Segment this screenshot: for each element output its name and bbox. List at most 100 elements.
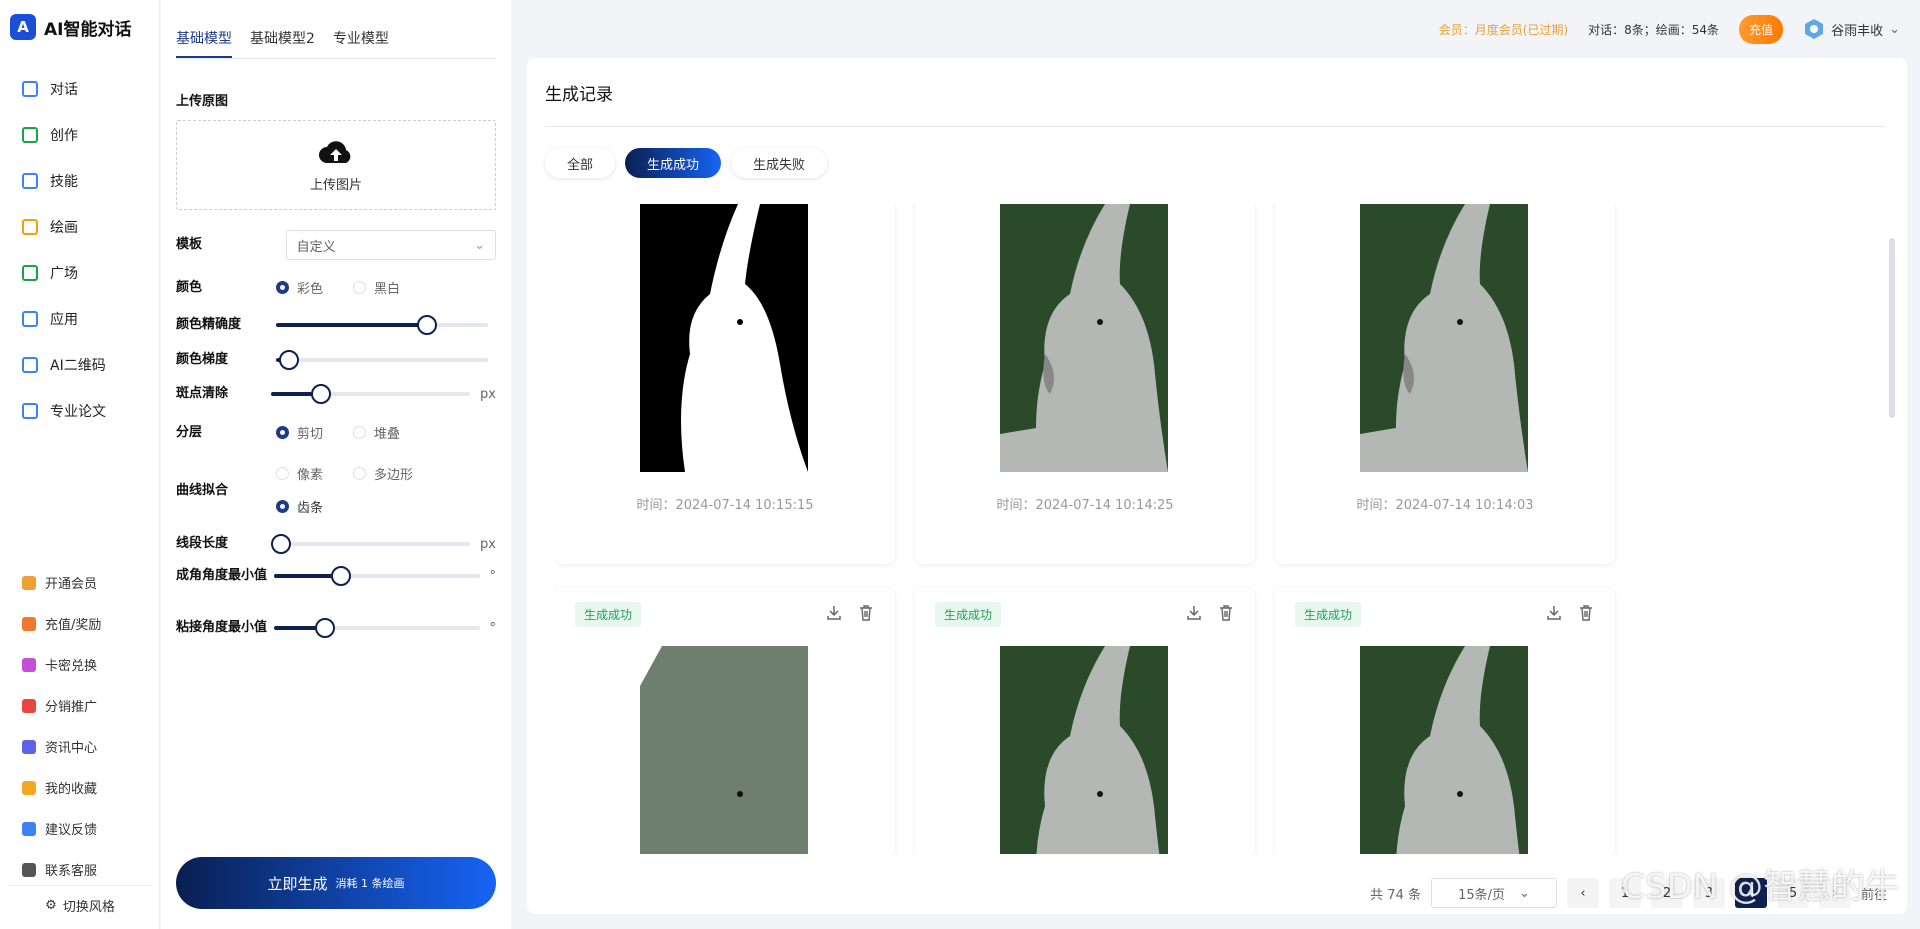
slider-handle[interactable] [315,618,335,638]
template-label: 模板 [176,237,203,252]
secondary-nav: 开通会员充值/奖励 卡密兑换分销推广资讯中心 我的收藏 建议反馈联系客服 [0,562,160,890]
radio-unchecked-icon [353,467,367,480]
sidebar-item-label: 创作 [50,128,78,144]
sidebar-item-qrcode[interactable]: AI二维码 [0,342,160,388]
sidebar-item-label: 联系客服 [45,864,98,879]
chevron-down-icon: ⌄ [474,237,485,253]
filter-failed[interactable]: 生成失败 [731,148,828,178]
sidebar-item-chat[interactable]: 对话 [0,66,160,112]
sidebar-item-label: 开通会员 [45,577,98,592]
trash-icon[interactable] [1577,604,1595,622]
color-gradient-row: 颜色梯度 [176,350,496,370]
sidebar-item-coin[interactable]: 充值/奖励 [0,603,160,644]
page-size-select[interactable]: 15条/页 ⌄ [1430,878,1557,908]
sidebar-item-paper[interactable]: 专业论文 [0,388,160,434]
sidebar-item-label: 分销推广 [45,700,98,715]
slider-handle[interactable] [416,315,437,335]
result-image[interactable] [1360,204,1528,472]
sidebar-item-crown[interactable]: 开通会员 [0,562,160,603]
template-select[interactable]: 自定义 ⌄ [285,230,496,260]
card-actions [1185,604,1235,622]
tab-basic-model-2[interactable]: 基础模型2 [250,28,315,58]
sidebar-item-headset[interactable]: 联系客服 [0,849,160,890]
result-time: 时间：2024-07-14 10:14:25 [996,498,1174,513]
template-row: 模板 自定义 ⌄ [176,230,496,260]
curve-radio-spline[interactable]: 齿条 [276,497,323,516]
layering-row: 分层 剪切 堆叠 [176,423,496,443]
sidebar-item-share[interactable]: 分销推广 [0,685,160,726]
member-status[interactable]: 会员：月度会员(已过期) [1439,21,1568,38]
result-image[interactable] [1000,204,1168,472]
sidebar-item-apps[interactable]: 应用 [0,296,160,342]
scrollbar[interactable] [1889,238,1895,418]
color-radio-color[interactable]: 彩色 [276,278,323,297]
color-precision-slider[interactable] [276,315,488,335]
rabbit-image [1036,646,1160,854]
slider-handle[interactable] [310,384,331,404]
speckle-unit: px [480,386,496,402]
radio-label: 多边形 [374,468,414,483]
star-icon [22,780,36,795]
result-card[interactable]: 生成成功 [1275,588,1615,854]
sidebar-item-pen[interactable]: 创作 [0,112,160,158]
download-icon[interactable] [1185,604,1203,622]
recharge-button[interactable]: 充值 [1739,14,1784,44]
sidebar-item-news[interactable]: 资讯中心 [0,726,160,767]
generate-button[interactable]: 立即生成 消耗 1 条绘画 [176,857,496,909]
trash-icon[interactable] [857,604,875,622]
sidebar-item-plaza[interactable]: 广场 [0,250,160,296]
generate-label: 立即生成 [267,874,328,893]
splice-min-label: 粘接角度最小值 [176,620,268,635]
result-image[interactable] [640,204,808,472]
result-card[interactable]: 时间：2024-07-14 10:14:25 [915,204,1255,564]
slider-handle[interactable] [278,350,299,370]
sidebar-item-skill[interactable]: 技能 [0,158,160,204]
sidebar-item-card[interactable]: 卡密兑换 [0,644,160,685]
sidebar-item-feedback[interactable]: 建议反馈 [0,808,160,849]
filter-all[interactable]: 全部 [545,148,616,178]
curve-radio-pixel[interactable]: 像素 [276,464,323,483]
slider-handle[interactable] [270,534,291,554]
result-card[interactable]: 时间：2024-07-14 10:14:03 [1275,204,1615,564]
corner-min-slider[interactable] [273,566,480,586]
speckle-slider[interactable] [270,384,471,404]
history-panel: 生成记录 全部 生成成功 生成失败 时间：2024-07-14 10:15:15 [527,58,1907,914]
sidebar-item-label: 技能 [50,174,78,190]
result-card[interactable]: 时间：2024-07-14 10:15:15 [555,204,895,564]
filter-success[interactable]: 生成成功 [625,148,722,178]
result-image[interactable] [640,646,808,854]
segment-length-slider[interactable] [270,534,471,554]
result-card[interactable]: 生成成功 [915,588,1255,854]
sidebar-item-label: 专业论文 [50,404,106,420]
trash-icon[interactable] [1217,604,1235,622]
layering-radio-cut[interactable]: 剪切 [276,423,323,442]
speckle-row: 斑点清除 px [176,384,496,404]
parameter-panel: 基础模型 基础模型2 专业模型 上传原图 上传图片 模板 自定义 ⌄ 颜色 彩色… [161,0,511,929]
tab-basic-model[interactable]: 基础模型 [176,28,232,58]
curve-radio-polygon[interactable]: 多边形 [353,464,413,483]
upload-dropzone[interactable]: 上传图片 [176,120,496,210]
app-logo[interactable]: A AI智能对话 [10,14,131,40]
sidebar-item-star[interactable]: 我的收藏 [0,767,160,808]
download-icon[interactable] [825,604,843,622]
user-menu[interactable]: 谷雨丰收 ⌄ [1803,18,1900,40]
layering-radio-stack[interactable]: 堆叠 [353,423,400,442]
result-image[interactable] [1360,646,1528,854]
sidebar-item-palette[interactable]: 绘画 [0,204,160,250]
color-radio-bw[interactable]: 黑白 [353,278,400,297]
feedback-icon [22,821,36,836]
headset-icon [22,862,36,877]
total-count: 共 74 条 [1370,887,1421,903]
result-image[interactable] [1000,646,1168,854]
switch-style-button[interactable]: ⚙ 切换风格 [8,885,152,925]
result-time: 时间：2024-07-14 10:14:03 [1356,498,1534,513]
splice-min-slider[interactable] [273,618,480,638]
slider-handle[interactable] [331,566,352,586]
chat-icon [22,81,38,97]
result-card[interactable]: 生成成功 [555,588,895,854]
color-gradient-slider[interactable] [276,350,488,370]
sidebar-item-label: 应用 [50,312,78,328]
download-icon[interactable] [1545,604,1563,622]
tab-pro-model[interactable]: 专业模型 [333,28,389,58]
prev-page-button[interactable]: ‹ [1566,878,1599,908]
